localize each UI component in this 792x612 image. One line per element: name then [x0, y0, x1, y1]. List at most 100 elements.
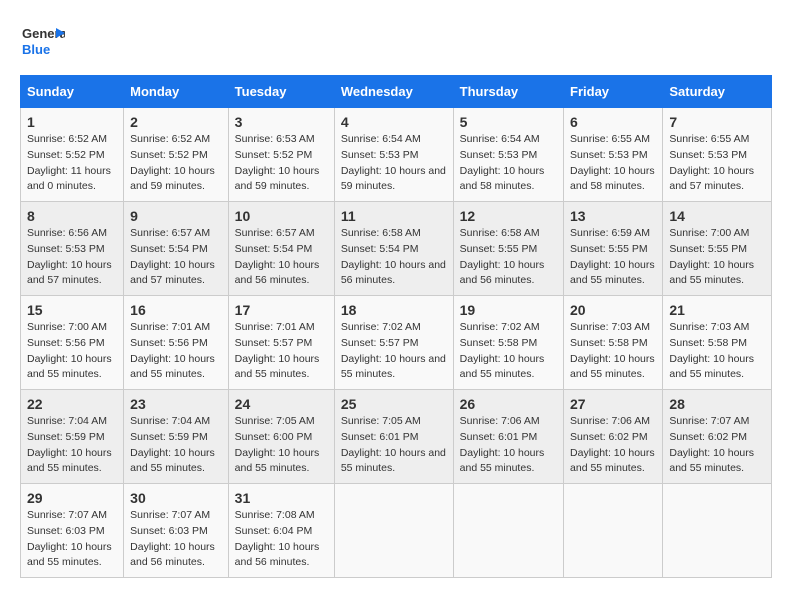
day-number: 8	[27, 208, 117, 224]
logo-container: General Blue	[20, 20, 65, 65]
day-number: 21	[669, 302, 765, 318]
day-number: 11	[341, 208, 447, 224]
day-info: Sunrise: 6:55 AMSunset: 5:53 PMDaylight:…	[570, 132, 656, 195]
day-number: 31	[235, 490, 328, 506]
calendar-cell	[663, 484, 772, 578]
day-number: 4	[341, 114, 447, 130]
day-info: Sunrise: 7:07 AMSunset: 6:03 PMDaylight:…	[130, 508, 222, 571]
day-number: 7	[669, 114, 765, 130]
calendar-cell: 25 Sunrise: 7:05 AMSunset: 6:01 PMDayligh…	[334, 390, 453, 484]
day-number: 12	[460, 208, 557, 224]
day-header-friday: Friday	[564, 76, 663, 108]
day-info: Sunrise: 7:01 AMSunset: 5:57 PMDaylight:…	[235, 320, 328, 383]
calendar-cell: 28 Sunrise: 7:07 AMSunset: 6:02 PMDayligh…	[663, 390, 772, 484]
calendar-cell: 3 Sunrise: 6:53 AMSunset: 5:52 PMDaylight…	[228, 108, 334, 202]
day-header-monday: Monday	[124, 76, 229, 108]
day-number: 14	[669, 208, 765, 224]
day-info: Sunrise: 6:57 AMSunset: 5:54 PMDaylight:…	[130, 226, 222, 289]
day-info: Sunrise: 7:08 AMSunset: 6:04 PMDaylight:…	[235, 508, 328, 571]
day-number: 3	[235, 114, 328, 130]
day-number: 15	[27, 302, 117, 318]
calendar-header-row: SundayMondayTuesdayWednesdayThursdayFrid…	[21, 76, 772, 108]
day-header-tuesday: Tuesday	[228, 76, 334, 108]
day-number: 1	[27, 114, 117, 130]
calendar-cell: 4 Sunrise: 6:54 AMSunset: 5:53 PMDaylight…	[334, 108, 453, 202]
day-number: 29	[27, 490, 117, 506]
day-header-wednesday: Wednesday	[334, 76, 453, 108]
calendar-cell: 9Sunrise: 6:57 AMSunset: 5:54 PMDaylight…	[124, 202, 229, 296]
day-info: Sunrise: 7:06 AMSunset: 6:02 PMDaylight:…	[570, 414, 656, 477]
calendar-cell: 29Sunrise: 7:07 AMSunset: 6:03 PMDayligh…	[21, 484, 124, 578]
day-info: Sunrise: 7:02 AMSunset: 5:57 PMDaylight:…	[341, 320, 447, 383]
calendar-cell: 19 Sunrise: 7:02 AMSunset: 5:58 PMDayligh…	[453, 296, 563, 390]
day-info: Sunrise: 7:05 AMSunset: 6:00 PMDaylight:…	[235, 414, 328, 477]
calendar-cell: 20Sunrise: 7:03 AMSunset: 5:58 PMDayligh…	[564, 296, 663, 390]
day-info: Sunrise: 7:03 AMSunset: 5:58 PMDaylight:…	[570, 320, 656, 383]
day-info: Sunrise: 6:52 AMSunset: 5:52 PMDaylight:…	[130, 132, 222, 195]
logo-svg: General Blue	[20, 20, 65, 65]
day-info: Sunrise: 7:01 AMSunset: 5:56 PMDaylight:…	[130, 320, 222, 383]
day-info: Sunrise: 7:04 AMSunset: 5:59 PMDaylight:…	[130, 414, 222, 477]
day-number: 28	[669, 396, 765, 412]
day-number: 24	[235, 396, 328, 412]
day-info: Sunrise: 6:57 AMSunset: 5:54 PMDaylight:…	[235, 226, 328, 289]
calendar-week-row: 29 Sunrise: 7:07 AMSunset: 6:03 PMDayligh…	[21, 484, 772, 578]
day-header-saturday: Saturday	[663, 76, 772, 108]
calendar-cell	[564, 484, 663, 578]
calendar-cell: 23 Sunrise: 7:04 AMSunset: 5:59 PMDayligh…	[124, 390, 229, 484]
calendar-table: SundayMondayTuesdayWednesdayThursdayFrid…	[20, 75, 772, 578]
day-number: 6	[570, 114, 656, 130]
svg-text:Blue: Blue	[22, 42, 50, 57]
day-number: 27	[570, 396, 656, 412]
calendar-cell: 10 Sunrise: 6:57 AMSunset: 5:54 PMDayligh…	[228, 202, 334, 296]
calendar-week-row: 22 Sunrise: 7:04 AMSunset: 5:59 PMDayligh…	[21, 390, 772, 484]
day-info: Sunrise: 6:52 AMSunset: 5:52 PMDaylight:…	[27, 132, 117, 195]
day-info: Sunrise: 7:04 AMSunset: 5:59 PMDaylight:…	[27, 414, 117, 477]
day-number: 13	[570, 208, 656, 224]
day-info: Sunrise: 7:00 AMSunset: 5:55 PMDaylight:…	[669, 226, 765, 289]
calendar-cell: 14 Sunrise: 7:00 AMSunset: 5:55 PMDayligh…	[663, 202, 772, 296]
day-number: 16	[130, 302, 222, 318]
calendar-cell: 5Sunrise: 6:54 AMSunset: 5:53 PMDaylight…	[453, 108, 563, 202]
calendar-week-row: 8 Sunrise: 6:56 AMSunset: 5:53 PMDaylight…	[21, 202, 772, 296]
day-info: Sunrise: 6:58 AMSunset: 5:54 PMDaylight:…	[341, 226, 447, 289]
day-info: Sunrise: 7:07 AMSunset: 6:02 PMDaylight:…	[669, 414, 765, 477]
day-info: Sunrise: 7:05 AMSunset: 6:01 PMDaylight:…	[341, 414, 447, 477]
calendar-cell: 12Sunrise: 6:58 AMSunset: 5:55 PMDayligh…	[453, 202, 563, 296]
day-number: 30	[130, 490, 222, 506]
day-number: 25	[341, 396, 447, 412]
calendar-cell: 11 Sunrise: 6:58 AMSunset: 5:54 PMDayligh…	[334, 202, 453, 296]
calendar-cell: 1 Sunrise: 6:52 AMSunset: 5:52 PMDaylight…	[21, 108, 124, 202]
calendar-cell: 21Sunrise: 7:03 AMSunset: 5:58 PMDayligh…	[663, 296, 772, 390]
day-info: Sunrise: 7:00 AMSunset: 5:56 PMDaylight:…	[27, 320, 117, 383]
calendar-cell: 24 Sunrise: 7:05 AMSunset: 6:00 PMDayligh…	[228, 390, 334, 484]
day-info: Sunrise: 6:53 AMSunset: 5:52 PMDaylight:…	[235, 132, 328, 195]
calendar-cell: 22 Sunrise: 7:04 AMSunset: 5:59 PMDayligh…	[21, 390, 124, 484]
day-number: 23	[130, 396, 222, 412]
day-info: Sunrise: 6:56 AMSunset: 5:53 PMDaylight:…	[27, 226, 117, 289]
day-info: Sunrise: 6:54 AMSunset: 5:53 PMDaylight:…	[460, 132, 557, 195]
day-number: 17	[235, 302, 328, 318]
day-number: 22	[27, 396, 117, 412]
calendar-cell: 7Sunrise: 6:55 AMSunset: 5:53 PMDaylight…	[663, 108, 772, 202]
calendar-cell	[334, 484, 453, 578]
day-header-sunday: Sunday	[21, 76, 124, 108]
calendar-cell: 26 Sunrise: 7:06 AMSunset: 6:01 PMDayligh…	[453, 390, 563, 484]
calendar-cell: 15 Sunrise: 7:00 AMSunset: 5:56 PMDayligh…	[21, 296, 124, 390]
page-header: General Blue	[20, 20, 772, 65]
day-info: Sunrise: 7:06 AMSunset: 6:01 PMDaylight:…	[460, 414, 557, 477]
day-number: 26	[460, 396, 557, 412]
day-number: 10	[235, 208, 328, 224]
day-info: Sunrise: 7:02 AMSunset: 5:58 PMDaylight:…	[460, 320, 557, 383]
calendar-cell: 18 Sunrise: 7:02 AMSunset: 5:57 PMDayligh…	[334, 296, 453, 390]
calendar-cell: 16 Sunrise: 7:01 AMSunset: 5:56 PMDayligh…	[124, 296, 229, 390]
day-number: 18	[341, 302, 447, 318]
calendar-cell: 2Sunrise: 6:52 AMSunset: 5:52 PMDaylight…	[124, 108, 229, 202]
day-header-thursday: Thursday	[453, 76, 563, 108]
day-info: Sunrise: 6:54 AMSunset: 5:53 PMDaylight:…	[341, 132, 447, 195]
calendar-cell	[453, 484, 563, 578]
day-number: 19	[460, 302, 557, 318]
calendar-cell: 6 Sunrise: 6:55 AMSunset: 5:53 PMDaylight…	[564, 108, 663, 202]
calendar-week-row: 15 Sunrise: 7:00 AMSunset: 5:56 PMDayligh…	[21, 296, 772, 390]
calendar-cell: 17 Sunrise: 7:01 AMSunset: 5:57 PMDayligh…	[228, 296, 334, 390]
